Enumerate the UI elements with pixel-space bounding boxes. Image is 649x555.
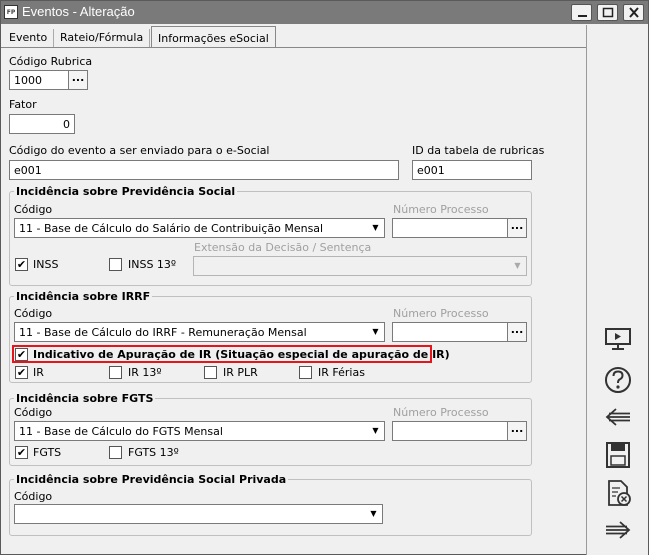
cancel-button[interactable]: [601, 478, 635, 508]
group-privada-title: Incidência sobre Previdência Social Priv…: [14, 473, 289, 486]
back-arrow-icon: [605, 408, 630, 426]
irrf-codigo-select[interactable]: 11 - Base de Cálculo do IRRF - Remuneraç…: [14, 322, 385, 342]
tab-evento[interactable]: Evento: [3, 29, 55, 48]
privada-codigo-label: Código: [14, 490, 53, 503]
previdencia-codigo-label: Código: [14, 203, 53, 216]
extensao-decisao-label: Extensão da Decisão / Sentença: [194, 241, 372, 254]
close-icon: [629, 7, 639, 18]
app-icon: FP: [4, 5, 18, 19]
irrf-processo-input[interactable]: [392, 322, 513, 342]
irferias-label: IR Férias: [318, 366, 365, 379]
indicativo-ir-label: Indicativo de Apuração de IR (Situação e…: [33, 348, 450, 361]
codigo-rubrica-lookup-button[interactable]: ...: [68, 70, 88, 90]
extensao-decisao-select[interactable]: ▼: [193, 256, 527, 276]
fator-label: Fator: [9, 98, 37, 111]
codigo-evento-label: Código do evento a ser enviado para o e-…: [9, 144, 270, 157]
save-button[interactable]: [601, 440, 635, 470]
maximize-button[interactable]: [597, 4, 618, 21]
tab-rateio-formula[interactable]: Rateio/Fórmula: [54, 29, 151, 48]
group-fgts-title: Incidência sobre FGTS: [14, 392, 156, 405]
ir-checkbox[interactable]: ✔: [15, 366, 28, 379]
inss-label: INSS: [33, 258, 59, 271]
minimize-icon: [578, 15, 587, 17]
previdencia-processo-label: Número Processo: [393, 203, 489, 216]
close-button[interactable]: [623, 4, 644, 21]
fgts-label: FGTS: [33, 446, 62, 459]
presentation-button[interactable]: [601, 325, 635, 355]
codigo-rubrica-label: Código Rubrica: [9, 55, 93, 68]
previdencia-processo-lookup-button[interactable]: ...: [507, 218, 527, 238]
tab-informacoes-esocial[interactable]: Informações eSocial: [151, 26, 276, 48]
id-tabela-input[interactable]: e001: [412, 160, 532, 180]
inss-checkbox[interactable]: ✔: [15, 258, 28, 271]
group-irrf-title: Incidência sobre IRRF: [14, 290, 153, 303]
ir13-label: IR 13º: [128, 366, 162, 379]
irrf-codigo-value: 11 - Base de Cálculo do IRRF - Remuneraç…: [19, 326, 307, 339]
chevron-down-icon: ▼: [372, 426, 379, 435]
minimize-button[interactable]: [571, 4, 592, 21]
fgts-checkbox[interactable]: ✔: [15, 446, 28, 459]
codigo-rubrica-input[interactable]: 1000: [9, 70, 75, 90]
irplr-checkbox[interactable]: [204, 366, 217, 379]
forward-button[interactable]: [601, 515, 635, 545]
window-title: Eventos - Alteração: [22, 4, 135, 19]
irrf-processo-label: Número Processo: [393, 307, 489, 320]
irplr-label: IR PLR: [223, 366, 258, 379]
chevron-down-icon: ▼: [372, 223, 379, 232]
forward-arrow-icon: [606, 521, 631, 539]
fgts13-checkbox[interactable]: [109, 446, 122, 459]
fgts-processo-input[interactable]: [392, 421, 513, 441]
fgts-processo-lookup-button[interactable]: ...: [507, 421, 527, 441]
fgts-codigo-label: Código: [14, 406, 53, 419]
irrf-codigo-label: Código: [14, 307, 53, 320]
presentation-icon: [605, 328, 631, 350]
maximize-icon: [602, 7, 614, 18]
action-sidebar: [586, 25, 648, 555]
fgts-codigo-select[interactable]: 11 - Base de Cálculo do FGTS Mensal ▼: [14, 421, 385, 441]
irferias-checkbox[interactable]: [299, 366, 312, 379]
help-button[interactable]: [601, 365, 635, 395]
help-icon: [605, 367, 631, 393]
id-tabela-label: ID da tabela de rubricas: [412, 144, 545, 157]
fgts-codigo-value: 11 - Base de Cálculo do FGTS Mensal: [19, 425, 223, 438]
fgts13-label: FGTS 13º: [128, 446, 179, 459]
chevron-down-icon: ▼: [514, 261, 521, 270]
ir-label: IR: [33, 366, 44, 379]
title-bar: FP Eventos - Alteração: [1, 1, 648, 24]
inss13-checkbox[interactable]: [109, 258, 122, 271]
save-icon: [606, 442, 630, 468]
tab-bar: Evento Rateio/Fórmula Informações eSocia…: [1, 26, 591, 48]
previdencia-codigo-select[interactable]: 11 - Base de Cálculo do Salário de Contr…: [14, 218, 385, 238]
tab-panel-border: [1, 47, 586, 48]
irrf-processo-lookup-button[interactable]: ...: [507, 322, 527, 342]
privada-codigo-select[interactable]: ▼: [14, 504, 383, 524]
back-button[interactable]: [601, 402, 635, 432]
group-previdencia-title: Incidência sobre Previdência Social: [14, 185, 238, 198]
indicativo-ir-checkbox[interactable]: ✔: [15, 348, 28, 361]
fgts-processo-label: Número Processo: [393, 406, 489, 419]
chevron-down-icon: ▼: [372, 327, 379, 336]
ir13-checkbox[interactable]: [109, 366, 122, 379]
fator-input[interactable]: 0: [9, 114, 75, 134]
window: FP Eventos - Alteração Evento Rateio/Fór…: [0, 0, 649, 555]
codigo-evento-input[interactable]: e001: [9, 160, 399, 180]
previdencia-processo-input[interactable]: [392, 218, 513, 238]
previdencia-codigo-value: 11 - Base de Cálculo do Salário de Contr…: [19, 222, 324, 235]
chevron-down-icon: ▼: [370, 509, 377, 518]
cancel-document-icon: [608, 480, 631, 506]
inss13-label: INSS 13º: [128, 258, 177, 271]
